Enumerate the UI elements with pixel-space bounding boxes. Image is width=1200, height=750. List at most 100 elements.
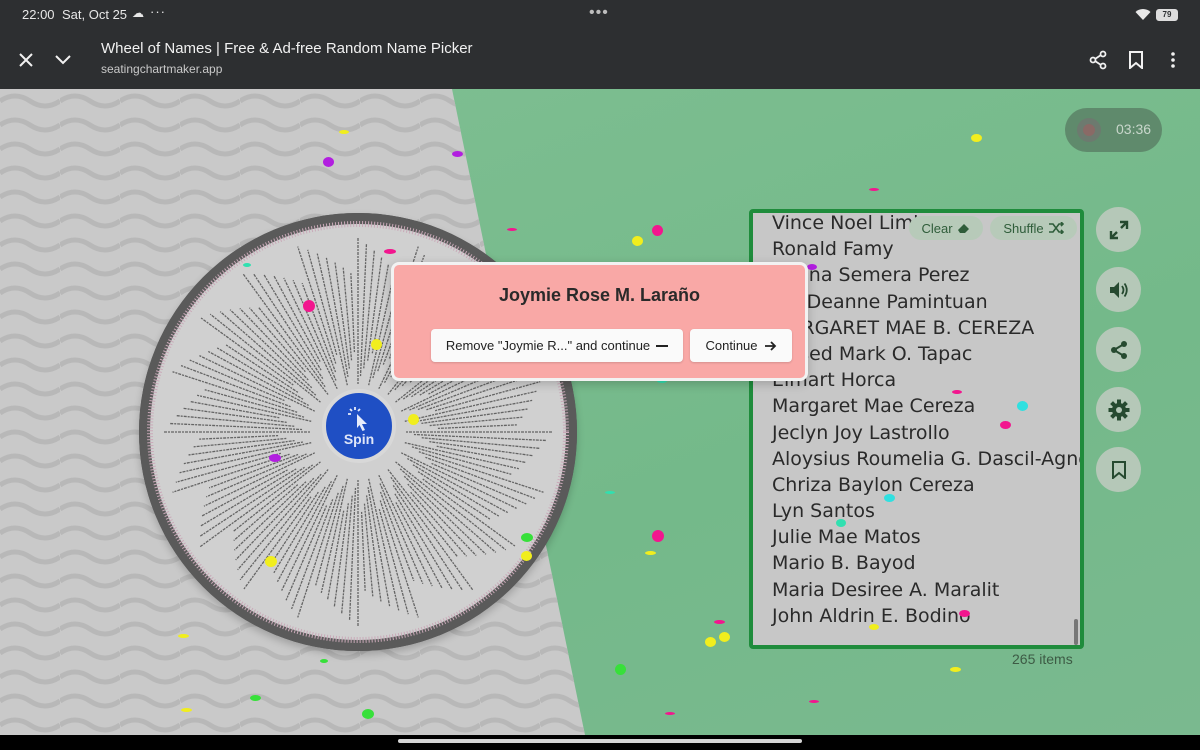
name-list-item[interactable]: Jeclyn Joy Lastrollo <box>772 420 1072 446</box>
confetti-piece <box>507 228 517 231</box>
bookmark-icon <box>1111 460 1126 479</box>
share-icon[interactable] <box>1085 47 1111 73</box>
home-indicator[interactable] <box>398 739 802 743</box>
names-scrollbar[interactable] <box>1074 619 1078 645</box>
confetti-piece <box>807 264 817 270</box>
minus-icon <box>656 344 669 347</box>
confetti-piece <box>323 157 334 167</box>
bookmark-icon[interactable] <box>1123 47 1149 73</box>
more-vert-icon[interactable] <box>1160 47 1186 73</box>
name-list-item[interactable]: John Aldrin E. Bodino <box>772 603 1072 629</box>
record-icon[interactable] <box>1077 118 1101 142</box>
status-bar: 22:00 Sat, Oct 25 ☁ ··· ••• 79 <box>0 0 1200 30</box>
confetti-piece <box>243 263 251 267</box>
saved-wheels-button[interactable] <box>1096 447 1141 492</box>
confetti-piece <box>869 624 879 630</box>
continue-button[interactable]: Continue <box>690 329 792 362</box>
settings-button[interactable] <box>1096 387 1141 432</box>
confetti-piece <box>605 491 615 494</box>
share-icon <box>1110 340 1127 359</box>
confetti-piece <box>714 620 725 624</box>
name-list-item[interactable]: Elmart Horca <box>772 367 1072 393</box>
remove-and-continue-label: Remove "Joymie R..." and continue <box>445 338 651 353</box>
navigation-bar <box>0 735 1200 750</box>
confetti-piece <box>408 414 419 425</box>
continue-label: Continue <box>705 338 758 353</box>
confetti-piece <box>339 130 349 134</box>
confetti-piece <box>652 530 664 542</box>
page-title: Wheel of Names | Free & Ad-free Random N… <box>101 40 473 57</box>
name-list-item[interactable]: Ronald Famy <box>772 236 1072 262</box>
more-notifications-icon: ··· <box>150 4 166 19</box>
confetti-piece <box>645 551 656 555</box>
name-list-item[interactable]: Maria Desiree A. Maralit <box>772 577 1072 603</box>
web-page: 03:36 Vince Noel Limbo Ronald Famy Sarina … <box>0 89 1200 735</box>
clear-label: Clear <box>921 220 953 236</box>
spin-label: Spin <box>343 431 375 447</box>
confetti-piece <box>705 637 716 647</box>
name-list-item[interactable]: MARGARET MAE B. CEREZA <box>772 315 1072 341</box>
confetti-piece <box>303 300 315 312</box>
gear-icon <box>1108 399 1129 420</box>
confetti-piece <box>178 634 189 638</box>
confetti-piece <box>250 695 261 701</box>
confetti-piece <box>384 249 396 254</box>
confetti-piece <box>971 134 982 142</box>
clear-button[interactable]: Clear <box>909 216 983 240</box>
browser-toolbar: Wheel of Names | Free & Ad-free Random N… <box>0 30 1200 89</box>
remove-and-continue-button[interactable]: Remove "Joymie R..." and continue <box>431 329 683 362</box>
confetti-piece <box>615 664 626 675</box>
status-date: Sat, Oct 25 <box>62 7 128 22</box>
name-list-item[interactable]: Lyn Santos <box>772 498 1072 524</box>
shuffle-button[interactable]: Shuffle <box>990 216 1077 240</box>
confetti-piece <box>362 709 374 719</box>
share-wheel-button[interactable] <box>1096 327 1141 372</box>
confetti-piece <box>719 632 730 642</box>
confetti-piece <box>320 659 328 663</box>
confetti-piece <box>521 533 533 542</box>
confetti-piece <box>371 339 382 350</box>
confetti-piece <box>452 151 463 157</box>
confetti-piece <box>836 519 846 527</box>
confetti-piece <box>665 712 675 715</box>
names-list[interactable]: Vince Noel Limbo Ronald Famy Sarina Semera… <box>772 213 1080 629</box>
winner-name: Joymie Rose M. Laraño <box>498 285 701 305</box>
name-list-item[interactable]: Chriza Baylon Cereza <box>772 472 1072 498</box>
name-list-item[interactable]: Julie Mae Matos <box>772 524 1072 550</box>
sound-button[interactable] <box>1096 267 1141 312</box>
recording-timer[interactable]: 03:36 <box>1065 108 1162 152</box>
status-time: 22:00 <box>22 7 55 22</box>
name-list-item[interactable]: Mario B. Bayod <box>772 550 1072 576</box>
confetti-piece <box>632 236 643 246</box>
cursor-click-icon <box>348 407 367 431</box>
confetti-piece <box>950 667 961 672</box>
confetti-piece <box>809 700 819 703</box>
eraser-icon <box>957 224 969 233</box>
fullscreen-button[interactable] <box>1096 207 1141 252</box>
timer-text: 03:36 <box>1116 121 1152 137</box>
name-list-item[interactable]: Iris Deanne Pamintuan <box>772 289 1072 315</box>
name-list-item[interactable]: Aloysius Roumelia G. Dascil-Agno <box>772 446 1080 472</box>
chevron-down-icon[interactable] <box>50 47 76 73</box>
spin-button[interactable]: Spin <box>322 389 396 463</box>
page-url: seatingchartmaker.app <box>101 62 223 76</box>
arrow-right-icon <box>764 340 776 351</box>
shuffle-icon <box>1048 222 1064 234</box>
confetti-piece <box>1017 401 1028 411</box>
multitask-handle-icon[interactable]: ••• <box>589 4 609 22</box>
winner-dialog: Joymie Rose M. Laraño Remove "Joymie R..… <box>391 262 808 381</box>
cloud-icon: ☁ <box>132 6 144 20</box>
name-list-item[interactable]: Jessed Mark O. Tapac <box>772 341 1072 367</box>
name-list-item[interactable]: Sarina Semera Perez <box>772 262 1072 288</box>
volume-icon <box>1109 281 1128 298</box>
confetti-piece <box>1000 421 1011 429</box>
confetti-piece <box>884 494 895 502</box>
confetti-piece <box>869 188 879 191</box>
shuffle-label: Shuffle <box>1003 220 1044 236</box>
wifi-icon <box>1135 8 1151 24</box>
items-count: 265 items <box>1012 651 1073 667</box>
close-icon[interactable] <box>13 47 39 73</box>
confetti-piece <box>265 556 277 567</box>
confetti-piece <box>521 551 532 561</box>
confetti-piece <box>652 225 663 236</box>
